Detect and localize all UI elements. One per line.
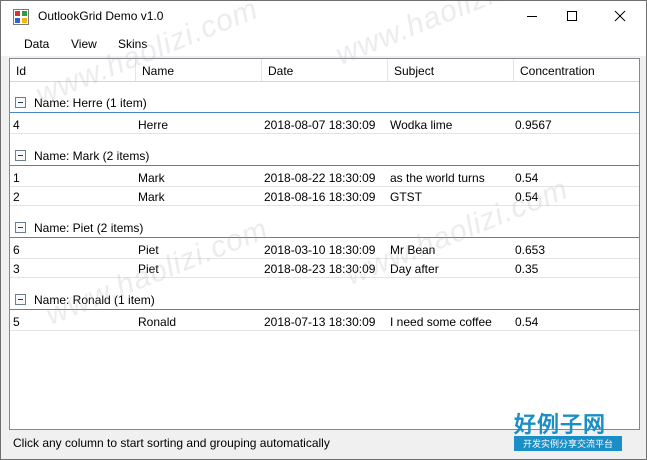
cell-date: 2018-03-10 18:30:09 (264, 243, 376, 257)
close-icon (614, 10, 626, 22)
cell-subject: as the world turns (390, 171, 485, 185)
cell-date: 2018-08-16 18:30:09 (264, 190, 376, 204)
cell-concentration: 0.9567 (515, 118, 552, 132)
group-label: Name: Ronald (1 item) (34, 293, 155, 307)
column-header-name[interactable]: Name (136, 59, 262, 81)
cell-id: 2 (13, 190, 20, 204)
group-label: Name: Mark (2 items) (34, 149, 150, 163)
column-header-id[interactable]: Id (10, 59, 136, 81)
cell-concentration: 0.54 (515, 171, 539, 185)
window-title: OutlookGrid Demo v1.0 (38, 9, 164, 23)
cell-subject: Day after (390, 262, 439, 276)
group-label: Name: Herre (1 item) (34, 96, 147, 110)
brand-title: 好例子网 (514, 413, 607, 438)
brand-subtitle: 开发实例分享交流平台 (514, 436, 622, 451)
app-icon (13, 9, 29, 25)
cell-id: 4 (13, 118, 20, 132)
maximize-icon (567, 11, 577, 21)
group-row-herre[interactable]: Name: Herre (1 item) (10, 93, 639, 113)
app-window: OutlookGrid Demo v1.0 Data View Skins Id… (0, 0, 647, 460)
cell-concentration: 0.653 (515, 243, 546, 257)
cell-id: 6 (13, 243, 20, 257)
menu-skins[interactable]: Skins (118, 37, 147, 51)
cell-name: Mark (138, 190, 165, 204)
group-row-ronald[interactable]: Name: Ronald (1 item) (10, 290, 639, 310)
column-header-row: Id Name Date Subject Concentration (10, 59, 639, 82)
cell-name: Ronald (138, 315, 177, 329)
cell-subject: GTST (390, 190, 422, 204)
table-row[interactable]: 3 Piet 2018-08-23 18:30:09 Day after 0.3… (10, 259, 639, 278)
group-row-mark[interactable]: Name: Mark (2 items) (10, 146, 639, 166)
collapse-icon[interactable] (15, 150, 26, 161)
table-row[interactable]: 1 Mark 2018-08-22 18:30:09 as the world … (10, 168, 639, 187)
collapse-icon[interactable] (15, 97, 26, 108)
menu-data[interactable]: Data (24, 37, 49, 51)
table-row[interactable]: 2 Mark 2018-08-16 18:30:09 GTST 0.54 (10, 187, 639, 206)
title-bar[interactable]: OutlookGrid Demo v1.0 (1, 1, 646, 32)
cell-concentration: 0.54 (515, 190, 539, 204)
cell-date: 2018-08-07 18:30:09 (264, 118, 376, 132)
cell-name: Piet (138, 243, 159, 257)
cell-date: 2018-08-22 18:30:09 (264, 171, 376, 185)
brand-logo: 好例子网 开发实例分享交流平台 (514, 407, 622, 455)
menu-bar: Data View Skins (1, 32, 646, 56)
cell-date: 2018-08-23 18:30:09 (264, 262, 376, 276)
cell-id: 3 (13, 262, 20, 276)
table-row[interactable]: 4 Herre 2018-08-07 18:30:09 Wodka lime 0… (10, 115, 639, 134)
cell-id: 5 (13, 315, 20, 329)
cell-subject: I need some coffee (390, 315, 492, 329)
group-label: Name: Piet (2 items) (34, 221, 144, 235)
cell-name: Piet (138, 262, 159, 276)
cell-concentration: 0.35 (515, 262, 539, 276)
cell-subject: Wodka lime (390, 118, 453, 132)
cell-name: Herre (138, 118, 169, 132)
cell-name: Mark (138, 171, 165, 185)
maximize-button[interactable] (549, 1, 595, 31)
cell-id: 1 (13, 171, 20, 185)
column-header-subject[interactable]: Subject (388, 59, 514, 81)
table-row[interactable]: 5 Ronald 2018-07-13 18:30:09 I need some… (10, 312, 639, 331)
cell-date: 2018-07-13 18:30:09 (264, 315, 376, 329)
close-button[interactable] (597, 1, 643, 31)
group-row-piet[interactable]: Name: Piet (2 items) (10, 218, 639, 238)
menu-view[interactable]: View (71, 37, 97, 51)
collapse-icon[interactable] (15, 222, 26, 233)
table-row[interactable]: 6 Piet 2018-03-10 18:30:09 Mr Bean 0.653 (10, 240, 639, 259)
column-header-concentration[interactable]: Concentration (514, 59, 639, 81)
cell-concentration: 0.54 (515, 315, 539, 329)
collapse-icon[interactable] (15, 294, 26, 305)
minimize-icon (527, 16, 537, 17)
column-header-date[interactable]: Date (262, 59, 388, 81)
status-text: Click any column to start sorting and gr… (13, 436, 330, 450)
outlook-grid[interactable]: Id Name Date Subject Concentration Name:… (9, 58, 640, 430)
cell-subject: Mr Bean (390, 243, 436, 257)
